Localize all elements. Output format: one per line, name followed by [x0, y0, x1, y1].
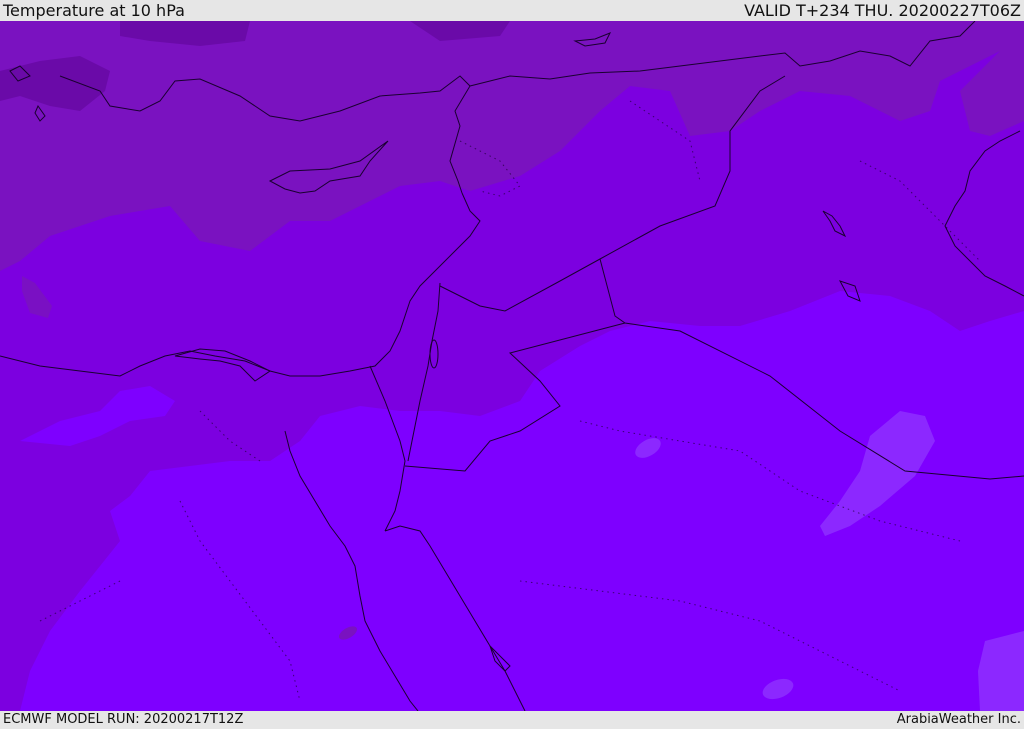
map-title: Temperature at 10 hPa — [3, 1, 185, 20]
weather-map[interactable] — [0, 21, 1024, 711]
footer-bar: ECMWF MODEL RUN: 20200217T12Z ArabiaWeat… — [0, 711, 1024, 729]
model-run-label: ECMWF MODEL RUN: 20200217T12Z — [3, 712, 244, 727]
valid-time: VALID T+234 THU. 20200227T06Z — [744, 1, 1021, 20]
credit-label: ArabiaWeather Inc. — [896, 712, 1021, 727]
map-canvas — [0, 21, 1024, 711]
header-bar: Temperature at 10 hPa VALID T+234 THU. 2… — [0, 0, 1024, 21]
cold-pool-southeast — [978, 631, 1024, 711]
